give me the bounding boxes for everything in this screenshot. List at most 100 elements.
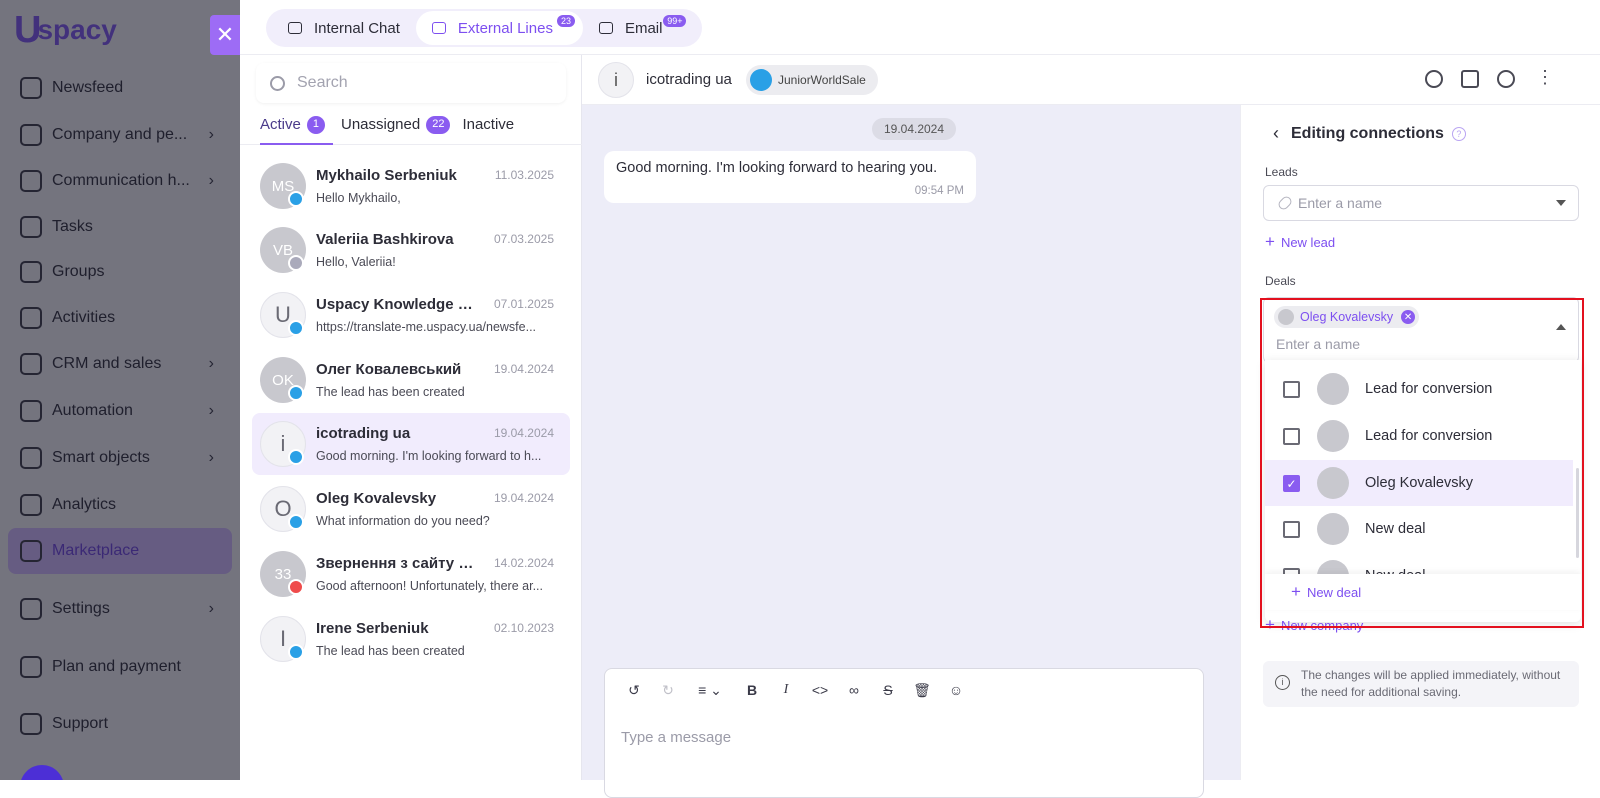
message-time: 09:54 PM bbox=[914, 185, 964, 197]
message-input[interactable]: Type a message bbox=[621, 729, 731, 746]
chat-list-item[interactable]: U Uspacy Knowledge Ba... 07.01.2025 https:/… bbox=[252, 284, 570, 346]
check-circle-icon[interactable] bbox=[1425, 70, 1443, 88]
sidebar-dim-overlay bbox=[0, 0, 240, 780]
code-icon[interactable]: <> bbox=[803, 679, 837, 701]
contact-name: icotrading ua bbox=[316, 425, 411, 442]
website-channel-icon bbox=[288, 579, 304, 595]
align-icon[interactable]: ≡ ⌄ bbox=[685, 679, 735, 701]
tab-email[interactable]: Email 99+ bbox=[583, 11, 697, 45]
message-preview: Good morning. I'm looking forward to h..… bbox=[316, 449, 542, 463]
highlight-box bbox=[1260, 298, 1584, 628]
chat-list-item[interactable]: O Oleg Kovalevsky 19.04.2024 What informati… bbox=[252, 478, 570, 540]
link-icon[interactable]: ∞ bbox=[837, 679, 871, 701]
tab-active[interactable]: Active 1 bbox=[260, 113, 333, 145]
back-arrow-icon[interactable]: ‹ bbox=[1273, 123, 1279, 144]
telegram-icon bbox=[288, 320, 304, 336]
chat-status-tabs: Active 1 Unassigned 22 Inactive bbox=[240, 113, 582, 145]
leads-input[interactable]: Enter a name bbox=[1263, 185, 1579, 221]
sidebar: Uspacy NewsfeedCompany and pe...›Communi… bbox=[0, 0, 240, 780]
message-text: Good morning. I'm looking forward to hea… bbox=[616, 160, 938, 176]
telegram-icon bbox=[288, 514, 304, 530]
contact-name: Олег Ковалевський bbox=[316, 361, 462, 378]
chat-contact-name[interactable]: icotrading ua bbox=[646, 71, 732, 88]
search-icon[interactable] bbox=[1497, 70, 1515, 88]
chat-icon bbox=[288, 22, 302, 34]
chat-header: i icotrading ua JuniorWorldSale ⋮ bbox=[582, 55, 1600, 105]
chat-list-item[interactable]: MS Mykhailo Serbeniuk 11.03.2025 Hello Mykh… bbox=[252, 155, 570, 217]
dropdown-arrow-icon bbox=[1556, 200, 1566, 206]
chat-list-item[interactable]: OK Олег Ковалевський 19.04.2024 The lead ha… bbox=[252, 349, 570, 411]
date-separator: 19.04.2024 bbox=[872, 118, 956, 140]
info-note: i The changes will be applied immediatel… bbox=[1263, 661, 1579, 707]
chat-date: 07.01.2025 bbox=[493, 297, 554, 311]
chat-avatar: i bbox=[598, 62, 634, 98]
leads-label: Leads bbox=[1265, 165, 1298, 179]
more-options-icon[interactable]: ⋮ bbox=[1536, 67, 1554, 88]
top-bar: Internal Chat External Lines 23 Email 99… bbox=[240, 0, 1600, 55]
telegram-icon bbox=[750, 69, 772, 91]
new-lead-button[interactable]: + New lead bbox=[1265, 232, 1335, 252]
message-preview: Hello, Valeriia! bbox=[316, 255, 396, 269]
message-preview: https://translate-me.uspacy.ua/newsfe... bbox=[316, 320, 537, 334]
tab-external-lines[interactable]: External Lines 23 bbox=[415, 11, 583, 45]
chat-list-item[interactable]: i icotrading ua 19.04.2024 Good morning. I'… bbox=[252, 413, 570, 475]
trash-icon[interactable]: 🗑 bbox=[905, 679, 939, 701]
telegram-icon bbox=[288, 191, 304, 207]
redo-icon[interactable]: ↻ bbox=[651, 679, 685, 701]
chat-date: 11.03.2025 bbox=[494, 168, 554, 182]
strikethrough-icon[interactable]: S bbox=[871, 679, 905, 701]
contact-name: Oleg Kovalevsky bbox=[316, 490, 437, 507]
contact-name: Valeriia Bashkirova bbox=[316, 231, 454, 248]
message-preview: The lead has been created bbox=[316, 644, 465, 658]
chat-list-item[interactable]: VB Valeriia Bashkirova 07.03.2025 Hello, Va… bbox=[252, 219, 570, 281]
emoji-icon[interactable]: ☺ bbox=[939, 679, 973, 701]
close-icon[interactable]: ✕ bbox=[210, 15, 240, 55]
message-preview: Hello Mykhailo, bbox=[316, 191, 401, 205]
help-icon[interactable]: ? bbox=[1451, 126, 1466, 141]
telegram-icon bbox=[288, 644, 304, 660]
channel-tabs: Internal Chat External Lines 23 Email 99… bbox=[266, 9, 703, 47]
telegram-icon bbox=[288, 385, 304, 401]
external-lines-icon bbox=[431, 22, 446, 34]
bold-icon[interactable]: B bbox=[735, 679, 769, 701]
italic-icon[interactable]: I bbox=[769, 679, 803, 701]
link-icon bbox=[1276, 194, 1294, 212]
external-lines-count-badge: 23 bbox=[556, 15, 575, 27]
info-icon: i bbox=[1275, 675, 1290, 690]
chat-date: 19.04.2024 bbox=[493, 491, 554, 505]
search-input[interactable]: Search bbox=[256, 63, 566, 103]
message-preview: What information do you need? bbox=[316, 514, 490, 528]
active-count-badge: 1 bbox=[306, 116, 325, 134]
message-bubble: Good morning. I'm looking forward to hea… bbox=[604, 151, 976, 203]
channel-chip: JuniorWorldSale bbox=[746, 65, 878, 95]
message-preview: The lead has been created bbox=[316, 385, 465, 399]
search-icon bbox=[270, 75, 285, 91]
unassigned-count-badge: 22 bbox=[426, 116, 451, 134]
contact-name: Mykhailo Serbeniuk bbox=[316, 167, 457, 184]
chat-date: 19.04.2024 bbox=[493, 362, 554, 376]
tab-inactive[interactable]: Inactive bbox=[462, 113, 514, 145]
deals-label: Deals bbox=[1265, 274, 1296, 288]
chat-date: 19.04.2024 bbox=[493, 426, 554, 440]
plus-icon: + bbox=[1265, 232, 1275, 251]
undo-icon[interactable]: ↺ bbox=[617, 679, 651, 701]
chat-date: 14.02.2024 bbox=[493, 556, 554, 570]
editor-toolbar: ↺ ↻ ≡ ⌄ B I <> ∞ S 🗑 ☺ bbox=[605, 669, 1203, 711]
panel-title: ‹ Editing connections ? bbox=[1273, 123, 1466, 144]
chat-date: 07.03.2025 bbox=[493, 232, 554, 246]
chat-list-item[interactable]: 33 Звернення з сайту №1 14.02.2024 Good aft… bbox=[252, 543, 570, 605]
message-preview: Good afternoon! Unfortunately, there ar.… bbox=[316, 579, 543, 593]
telegram-icon bbox=[288, 449, 304, 465]
mail-icon bbox=[598, 22, 613, 34]
database-icon[interactable] bbox=[1461, 70, 1479, 88]
chat-area: i icotrading ua JuniorWorldSale ⋮ 19.04.… bbox=[582, 55, 1600, 798]
chat-list-panel: Search Active 1 Unassigned 22 Inactive M… bbox=[240, 55, 582, 780]
chat-list-item[interactable]: I Irene Serbeniuk 02.10.2023 The lead has b… bbox=[252, 608, 570, 670]
message-composer: ↺ ↻ ≡ ⌄ B I <> ∞ S 🗑 ☺ Type a message bbox=[604, 668, 1204, 798]
channel-icon bbox=[288, 255, 304, 271]
contact-name: Irene Serbeniuk bbox=[316, 620, 429, 637]
contact-name: Звернення з сайту №1 bbox=[316, 555, 481, 572]
tab-unassigned[interactable]: Unassigned 22 bbox=[341, 113, 451, 145]
email-count-badge: 99+ bbox=[663, 15, 687, 27]
tab-internal-chat[interactable]: Internal Chat bbox=[272, 11, 416, 45]
